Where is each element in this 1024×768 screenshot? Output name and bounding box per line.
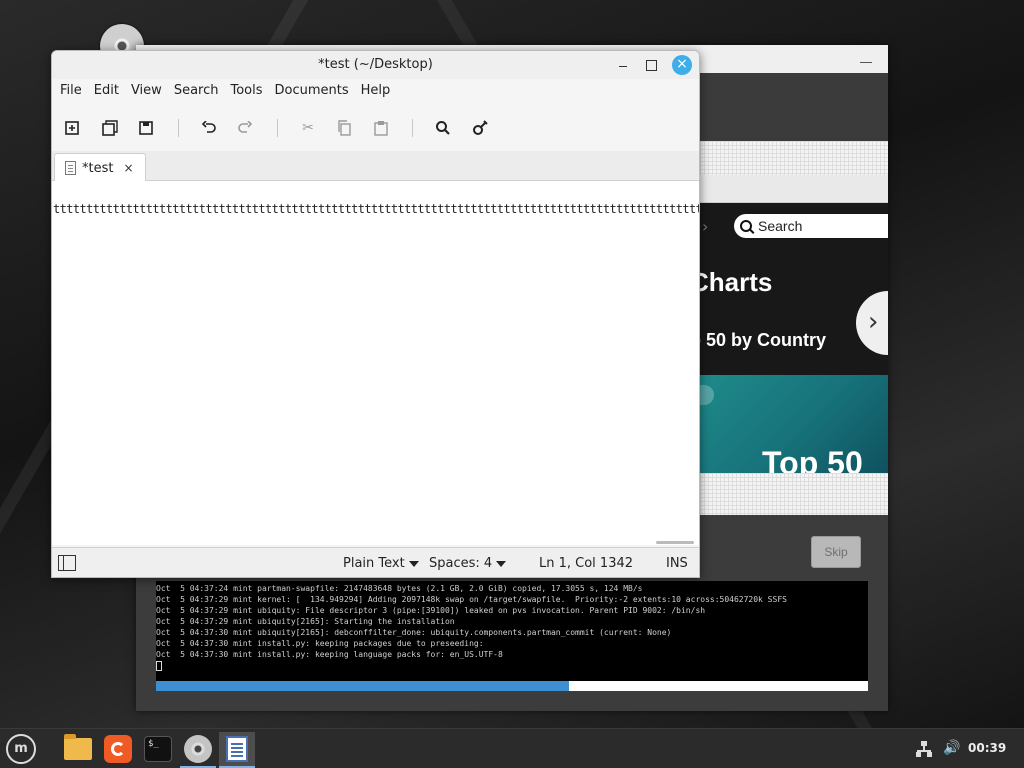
replace-icon[interactable] (469, 117, 491, 139)
taskbar: m $_ 🔊 00:39 (0, 728, 1024, 768)
files-icon[interactable] (60, 732, 96, 766)
dvd-icon[interactable] (180, 732, 216, 768)
volume-icon[interactable]: 🔊 (943, 740, 960, 756)
status-bar: Plain Text Spaces: 4 Ln 1, Col 1342 INS (52, 547, 699, 577)
slide-search-placeholder: Search (758, 218, 803, 234)
chevron-down-icon (408, 560, 419, 567)
menu-icon[interactable]: m (6, 734, 36, 764)
side-panel-toggle-icon[interactable] (58, 555, 76, 571)
installer-minimize-icon[interactable] (860, 51, 872, 63)
menu-tools[interactable]: Tools (224, 79, 268, 105)
clock[interactable]: 00:39 (968, 741, 1006, 755)
copy-icon[interactable] (334, 117, 356, 139)
forward-arrow-icon: › (702, 217, 709, 236)
log-line: Oct 5 04:37:30 mint ubiquity[2165]: debc… (156, 628, 672, 637)
indent-label: Spaces: 4 (429, 556, 493, 571)
open-icon[interactable] (99, 117, 121, 139)
toolbar-separator (412, 119, 413, 137)
save-icon[interactable] (135, 117, 157, 139)
window-title: *test (~/Desktop) (318, 57, 433, 72)
menu-bar: File Edit View Search Tools Documents He… (52, 79, 699, 105)
menu-view[interactable]: View (125, 79, 168, 105)
spotify-logo-icon (700, 385, 714, 405)
menu-search[interactable]: Search (168, 79, 225, 105)
toolbar-separator (277, 119, 278, 137)
slide-search-box: Search (734, 214, 888, 238)
log-line: Oct 5 04:37:30 mint install.py: keeping … (156, 650, 503, 659)
chevron-down-icon (496, 560, 507, 567)
playlist-cover: Top 50 (700, 375, 888, 488)
menu-file[interactable]: File (54, 79, 88, 105)
text-editor-icon[interactable] (219, 732, 255, 768)
horizontal-scrollbar[interactable] (656, 541, 694, 544)
log-line: Oct 5 04:37:29 mint ubiquity: File descr… (156, 606, 706, 615)
undo-icon[interactable] (198, 117, 220, 139)
terminal-icon[interactable]: $_ (140, 732, 176, 766)
slide-heading: Charts (690, 267, 773, 297)
tab-test[interactable]: *test × (54, 153, 146, 182)
menu-edit[interactable]: Edit (88, 79, 125, 105)
log-line: Oct 5 04:37:30 mint install.py: keeping … (156, 639, 484, 648)
indent-selector[interactable]: Spaces: 4 (429, 556, 507, 571)
close-icon[interactable]: × (672, 55, 692, 75)
install-log: Oct 5 04:37:24 mint partman-swapfile: 21… (156, 581, 868, 681)
new-document-icon[interactable] (61, 117, 83, 139)
log-line: Oct 5 04:37:24 mint partman-swapfile: 21… (156, 584, 643, 593)
editor-titlebar[interactable]: *test (~/Desktop) × (52, 51, 699, 79)
install-progress-bar (156, 681, 868, 691)
syntax-label: Plain Text (343, 556, 405, 571)
search-icon[interactable] (432, 117, 454, 139)
cut-icon[interactable]: ✂ (297, 117, 319, 139)
paste-icon[interactable] (370, 117, 392, 139)
menu-help[interactable]: Help (355, 79, 397, 105)
maximize-icon[interactable] (642, 56, 660, 74)
network-icon[interactable] (916, 741, 932, 757)
slide-subheading: p 50 by Country (690, 330, 827, 350)
menu-documents[interactable]: Documents (269, 79, 355, 105)
log-line: Oct 5 04:37:29 mint kernel: [ 134.949294… (156, 595, 787, 604)
text-area[interactable]: tttttttttttttttttttttttttttttttttttttttt… (52, 181, 699, 545)
cursor-position: Ln 1, Col 1342 (539, 556, 634, 571)
install-progress-fill (156, 681, 569, 691)
log-line: Oct 5 04:37:29 mint ubiquity[2165]: Star… (156, 617, 455, 626)
minimize-icon[interactable] (614, 56, 632, 74)
toolbar: ✂ (52, 109, 699, 145)
slide-next-chevron-icon: › (856, 291, 888, 355)
search-icon (740, 220, 752, 232)
toolbar-separator (178, 119, 179, 137)
redo-icon[interactable] (234, 117, 256, 139)
terminal-cursor (156, 660, 162, 671)
syntax-selector[interactable]: Plain Text (343, 556, 419, 571)
text-content: tttttttttttttttttttttttttttttttttttttttt… (53, 202, 699, 216)
insert-mode: INS (666, 556, 688, 571)
tab-close-icon[interactable]: × (123, 161, 133, 175)
tab-label: *test (82, 160, 114, 176)
text-editor-window: *test (~/Desktop) × File Edit View Searc… (51, 50, 700, 578)
firefox-icon[interactable] (100, 732, 136, 766)
skip-button[interactable]: Skip (811, 536, 861, 568)
document-tabs: *test × (52, 151, 699, 182)
document-icon (65, 161, 76, 175)
